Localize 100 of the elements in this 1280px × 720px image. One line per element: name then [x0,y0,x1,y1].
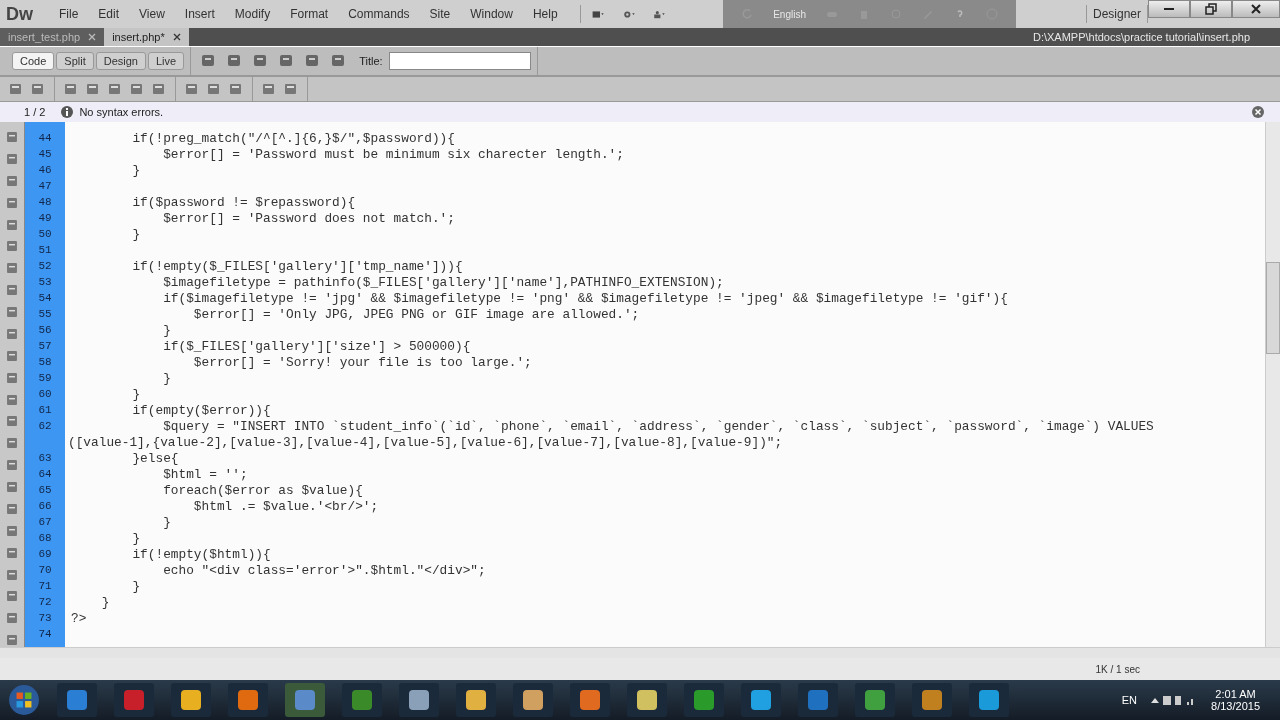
coding-tool-icon[interactable] [5,195,19,210]
taskbar-app-icon[interactable] [228,683,268,717]
toolbar-icon[interactable] [261,81,277,97]
coding-tool-icon[interactable] [5,217,19,232]
taskbar-app-icon[interactable] [627,683,667,717]
coding-tool-icon[interactable] [5,173,19,188]
coding-tool-icon[interactable] [5,523,19,538]
toolbar-icon[interactable] [85,81,101,97]
close-icon[interactable] [1252,106,1264,118]
menu-item[interactable]: File [49,7,89,21]
line-number: 72 [37,596,53,608]
app-logo: Dw [6,3,33,25]
coding-tool-icon[interactable] [5,348,19,363]
toolbar-icon[interactable] [63,81,79,97]
taskbar-app-icon[interactable] [570,683,610,717]
code-line: ?> [70,610,87,626]
taskbar-app-icon[interactable] [741,683,781,717]
restore-icon [1205,3,1217,15]
toolbar-icon[interactable] [206,81,222,97]
menu-item[interactable]: Help [522,7,568,21]
toolbar-icon[interactable] [184,81,200,97]
line-number: 46 [37,164,53,176]
coding-tool-icon[interactable] [5,151,19,166]
taskbar-app-icon[interactable] [171,683,211,717]
toolbar-icon[interactable] [283,81,299,97]
coding-tool-icon[interactable] [5,611,19,626]
toolbar-icon[interactable] [107,81,123,97]
coding-tool-icon[interactable] [5,414,19,429]
coding-tool-icon[interactable] [5,283,19,297]
coding-tool-icon[interactable] [5,589,19,604]
line-number: 74 [37,628,53,640]
line-number: 45 [37,148,53,160]
close-icon[interactable] [172,33,181,41]
clock-date[interactable]: 8/13/2015 [1211,700,1260,712]
menu-item[interactable]: Commands [338,7,420,21]
taskbar-app-icon[interactable] [513,683,553,717]
coding-tool-icon[interactable] [5,501,19,516]
line-number: 61 [37,404,53,416]
toolbar-icon[interactable] [8,81,24,97]
coding-tool-icon[interactable] [5,436,19,451]
menu-item[interactable]: Modify [224,7,281,21]
coding-tool-icon[interactable] [5,480,19,494]
document-tab[interactable]: insert.php* [104,28,189,46]
menu-item[interactable]: View [129,7,175,21]
toolbar-icon[interactable] [228,81,244,97]
coding-tool-icon[interactable] [5,567,19,582]
toolbar-icon[interactable] [129,81,145,97]
line-number: 44 [37,132,53,144]
menu-item[interactable]: Insert [174,7,225,21]
horizontal-scrollbar[interactable] [0,647,1280,658]
line-number: 52 [37,260,53,272]
document-tab[interactable]: insert_test.php [0,28,105,46]
coding-tool-icon[interactable] [5,130,19,144]
code-line: if(!empty($_FILES['gallery']['tmp_name'])){ [131,258,463,274]
coding-tool-icon[interactable] [5,370,19,385]
coding-tool-icon[interactable] [5,261,19,276]
taskbar-app-icon[interactable] [57,683,97,717]
view-button[interactable]: Live [147,52,185,70]
taskbar-app-icon[interactable] [684,683,724,717]
taskbar-app-icon[interactable] [399,683,439,717]
code-line: $error[] = 'Sorry! your file is too large.'; [192,354,532,370]
coding-tool-icon[interactable] [5,633,19,647]
code-line: $error[] = 'Password does not match.'; [162,210,455,226]
line-number: 69 [37,548,53,560]
toolbar-icon[interactable] [151,81,167,97]
coding-tool-icon[interactable] [5,392,19,407]
coding-tool-icon[interactable] [5,239,19,254]
close-button[interactable] [1232,0,1280,18]
view-button[interactable]: Split [56,52,94,70]
coding-tool-icon[interactable] [5,545,19,560]
line-number: 58 [37,356,53,368]
minimize-button[interactable] [1148,0,1190,18]
coding-tool-icon[interactable] [5,458,19,472]
view-button[interactable]: Code [12,52,55,70]
coding-tool-icon[interactable] [5,326,19,341]
restore-button[interactable] [1190,0,1232,18]
code-line: $html = ''; [162,466,248,482]
line-number: 60 [37,388,53,400]
coding-tool-icon[interactable] [5,305,19,319]
taskbar-app-icon[interactable] [912,683,952,717]
taskbar-app-icon[interactable] [456,683,496,717]
line-number: 64 [37,468,53,480]
menu-item[interactable]: Edit [88,7,130,21]
code-line: $query = "INSERT INTO `student_info`(`id`, `phone`, `email`, `address`, `gender`, `class`, `subject`, `password`, `image`) VALUES [162,418,1154,434]
line-number: 63 [37,452,53,464]
file-path: D:\XAMPP\htdocs\practice tutorial\insert.php [1032,31,1251,43]
taskbar-app-icon[interactable] [342,683,382,717]
taskbar-app-icon[interactable] [969,683,1009,717]
menu-item[interactable]: Format [280,7,339,21]
toolbar-icon[interactable] [30,81,46,97]
menu-item[interactable]: Site [419,7,461,21]
title-field[interactable] [388,52,531,70]
input-language[interactable]: EN [1121,694,1138,706]
view-button[interactable]: Design [95,52,146,70]
close-icon[interactable] [88,33,97,41]
clock-time[interactable]: 2:01 AM [1215,688,1256,700]
start-button[interactable] [8,684,40,716]
menu-item[interactable]: Window [460,7,523,21]
taskbar-app-icon[interactable] [855,683,895,717]
vertical-scrollbar[interactable] [1265,122,1280,647]
